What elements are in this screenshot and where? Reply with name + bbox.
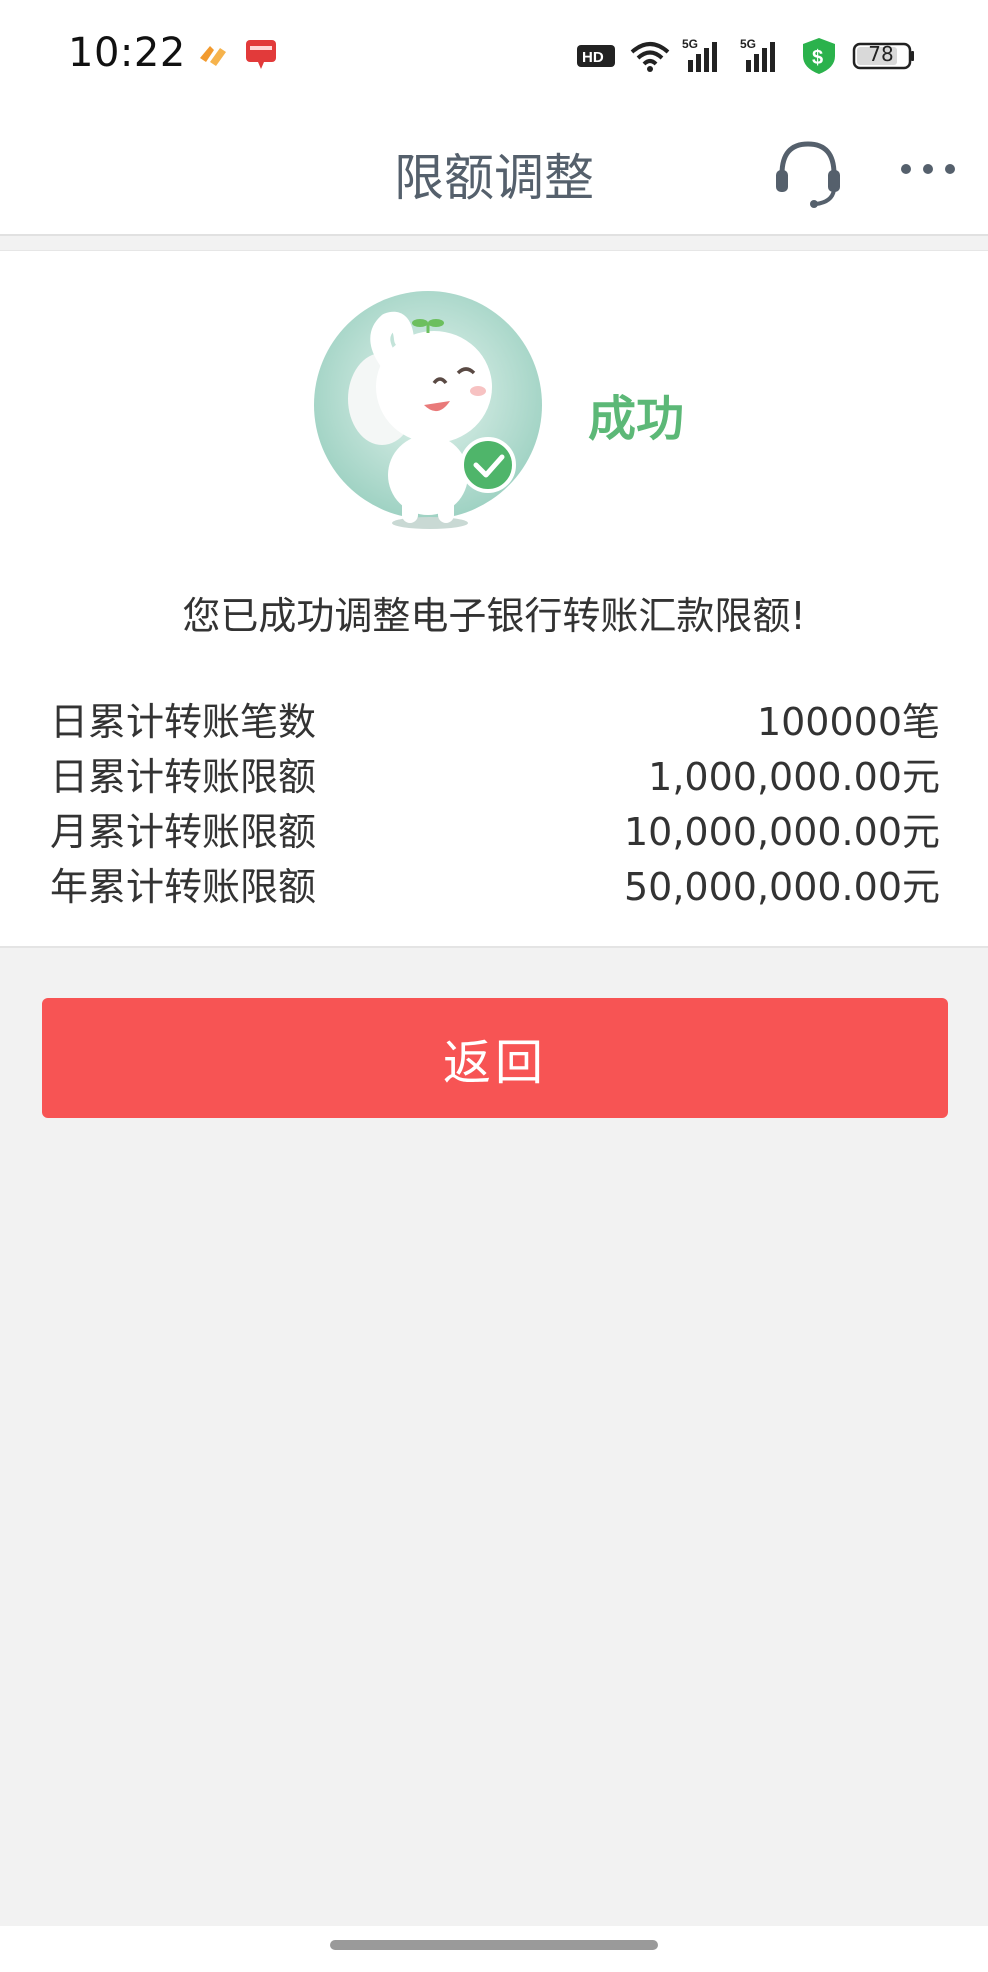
limit-value: 1,000,000.00元	[648, 755, 940, 799]
svg-text:HD: HD	[582, 49, 604, 66]
svg-text:5G: 5G	[682, 37, 698, 51]
customer-service-button[interactable]	[772, 134, 844, 210]
more-button[interactable]	[896, 154, 960, 184]
limit-list: 日累计转账笔数 100000笔 日累计转账限额 1,000,000.00元 月累…	[50, 691, 940, 911]
elephant-mascot-image	[310, 287, 550, 535]
limit-value: 10,000,000.00元	[623, 810, 940, 854]
success-status-text: 成功	[588, 391, 685, 447]
more-icon	[901, 164, 955, 174]
limit-row-daily-amount: 日累计转账限额 1,000,000.00元	[50, 746, 940, 801]
status-time: 10:22	[68, 30, 186, 76]
app-icon-orange	[196, 40, 230, 70]
limit-row-yearly-amount: 年累计转账限额 50,000,000.00元	[50, 856, 940, 911]
result-card: 成功 您已成功调整电子银行转账汇款限额! 日累计转账笔数 100000笔 日累计…	[0, 250, 988, 948]
limit-row-daily-count: 日累计转账笔数 100000笔	[50, 691, 940, 746]
headset-icon	[776, 141, 840, 208]
limit-row-monthly-amount: 月累计转账限额 10,000,000.00元	[50, 801, 940, 856]
svg-text:$: $	[812, 47, 823, 69]
success-message: 您已成功调整电子银行转账汇款限额!	[182, 594, 806, 638]
signal-5g-icon: 5G	[682, 36, 730, 76]
battery-level: 78	[868, 42, 894, 66]
limit-label: 年累计转账限额	[50, 865, 317, 909]
limit-value: 50,000,000.00元	[623, 865, 940, 909]
battery-icon: 78	[852, 36, 916, 76]
limit-label: 日累计转账限额	[50, 755, 317, 799]
nav-bar: 限额调整	[0, 110, 988, 236]
status-bar: 10:22 HD 5G 5G $ 78	[0, 0, 988, 110]
limit-value: 100000笔	[756, 700, 940, 744]
limit-label: 月累计转账限额	[50, 810, 317, 854]
svg-text:5G: 5G	[740, 37, 756, 51]
home-indicator[interactable]	[330, 1940, 658, 1950]
signal-5g-icon: 5G	[740, 36, 788, 76]
limit-label: 日累计转账笔数	[50, 700, 317, 744]
hd-voice-icon: HD	[576, 36, 616, 76]
return-button[interactable]: 返回	[42, 998, 948, 1118]
security-shield-icon: $	[800, 36, 838, 76]
app-icon-red	[244, 38, 278, 72]
wifi-icon	[628, 36, 672, 76]
